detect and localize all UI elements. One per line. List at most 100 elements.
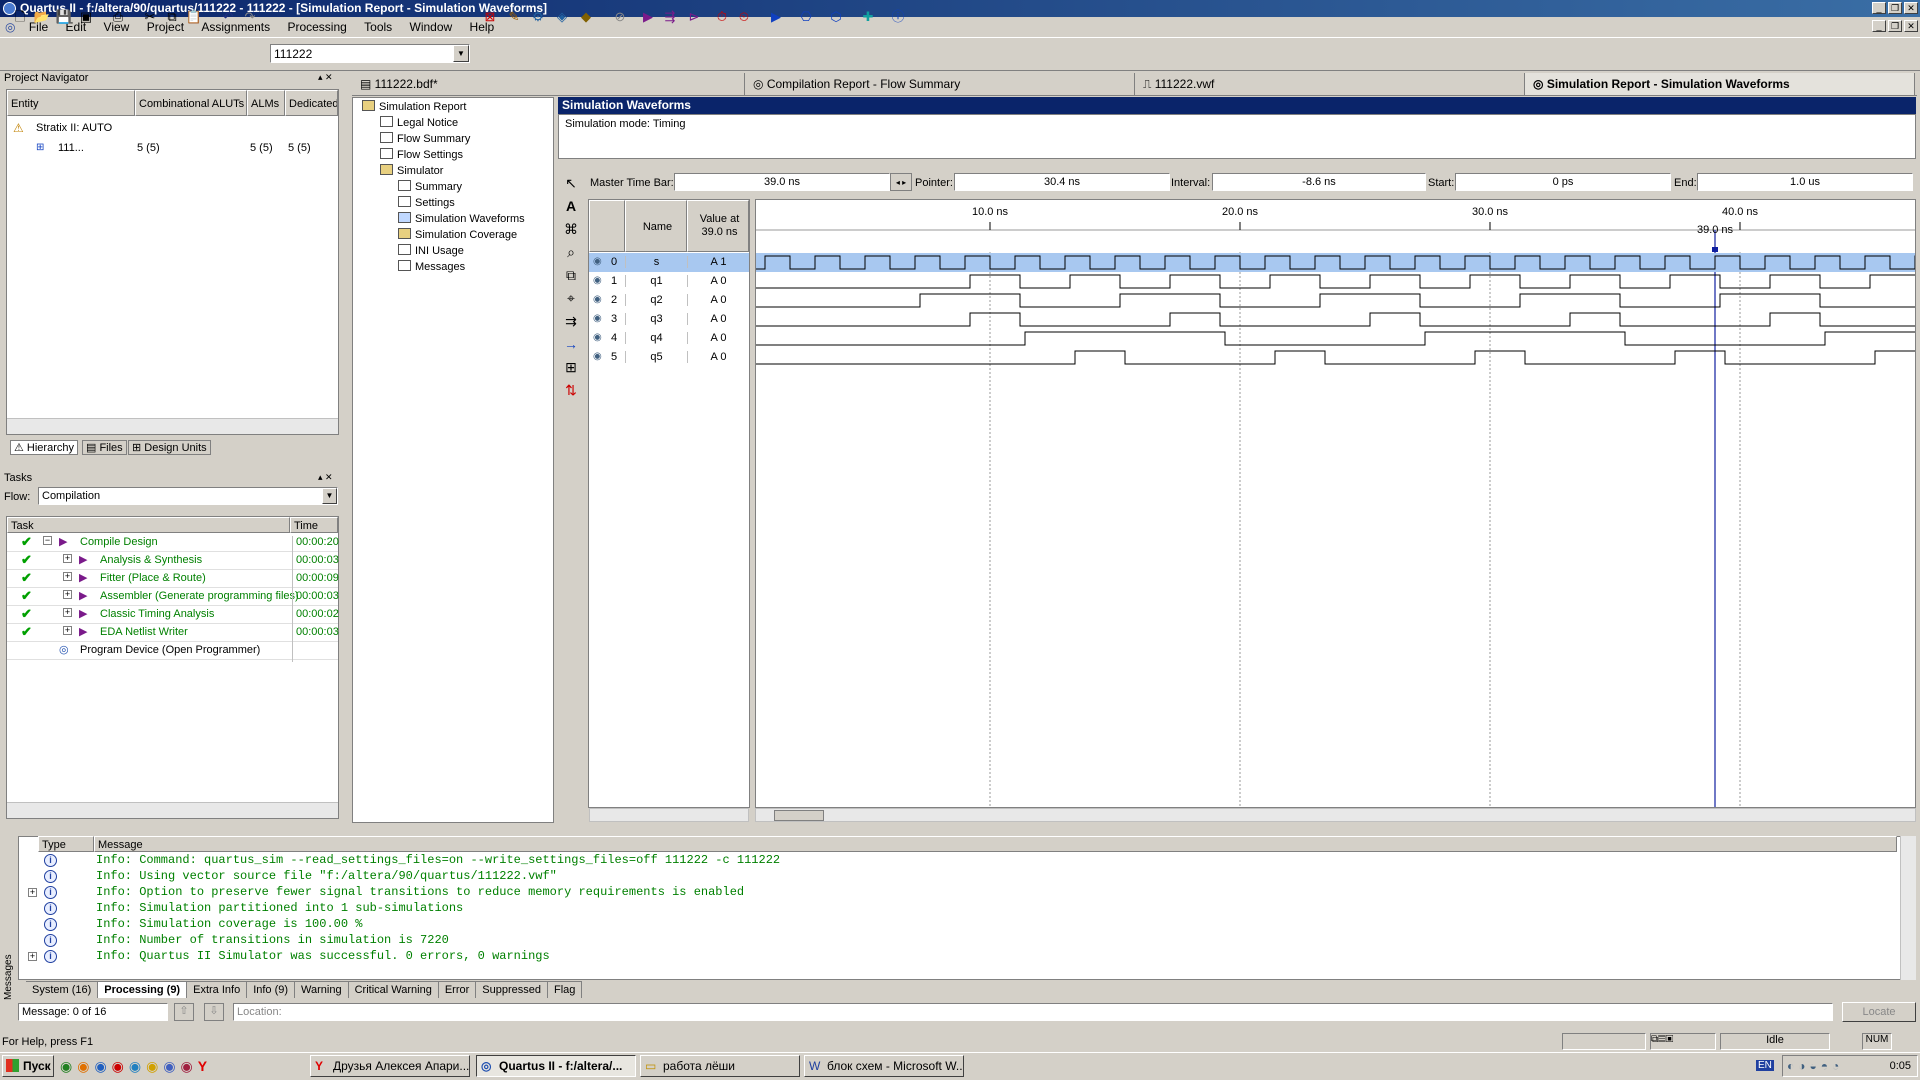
media-icon[interactable]: ◉ xyxy=(129,1058,146,1074)
report-tree-item[interactable]: INI Usage xyxy=(398,244,464,257)
master-time-field[interactable]: 39.0 ns xyxy=(674,173,890,191)
message-line[interactable]: Info: Quartus II Simulator was successfu… xyxy=(96,949,550,963)
col-time[interactable]: Time xyxy=(290,517,338,533)
assignment-editor-icon[interactable]: ⊠ xyxy=(480,7,500,27)
col-task[interactable]: Task xyxy=(7,517,290,533)
taskbar-btn-yandex[interactable]: Y Друзья Алексея Апари... xyxy=(310,1055,470,1077)
message-line[interactable]: Info: Simulation coverage is 100.00 % xyxy=(96,917,362,931)
task-row[interactable]: ✔ + ▶ Assembler (Generate programming files… xyxy=(7,588,339,608)
task-row[interactable]: ✔ − ▶ Compile Design 00:00:20 xyxy=(7,534,339,554)
project-combo[interactable]: 111222 ▼ xyxy=(270,44,470,63)
chrome-icon[interactable]: ◉ xyxy=(146,1058,163,1074)
start-field[interactable]: 0 ps xyxy=(1455,173,1671,191)
signal-row[interactable]: ◉ 5 q5 A 0 xyxy=(589,348,749,367)
nav-tab-hierarchy[interactable]: ⚠ Hierarchy xyxy=(10,440,78,455)
tray-icons[interactable]: ◐◑◒◓◔ xyxy=(1787,1059,1843,1073)
rtl-viewer-icon[interactable]: ⎔ xyxy=(796,7,816,27)
text-tool-icon[interactable]: A xyxy=(558,195,584,218)
col-alms[interactable]: ALMs xyxy=(247,90,285,116)
task-row[interactable]: ✔ + ▶ Fitter (Place & Route) 00:00:09 xyxy=(7,570,339,590)
doc-restore-button[interactable]: ❐ xyxy=(1888,20,1902,32)
signal-row[interactable]: ◉ 4 q4 A 0 xyxy=(589,329,749,348)
signal-row[interactable]: ◉ 2 q2 A 0 xyxy=(589,291,749,310)
expand-icon[interactable]: + xyxy=(63,626,72,635)
redo-icon[interactable]: ↷ xyxy=(240,7,260,27)
report-tree-item[interactable]: Summary xyxy=(398,180,462,193)
task-row[interactable]: ◎ Program Device (Open Programmer) xyxy=(7,642,338,662)
expand-icon[interactable]: + xyxy=(28,888,37,897)
msg-tab-warning[interactable]: Warning xyxy=(295,982,349,998)
waveform-scroll-thumb[interactable] xyxy=(774,810,824,821)
new-icon[interactable]: 🗋 xyxy=(10,7,30,27)
expand-icon[interactable]: + xyxy=(63,572,72,581)
expand-icon[interactable]: − xyxy=(43,536,52,545)
nav-tab-design-units[interactable]: ⊞ Design Units xyxy=(128,440,211,455)
expand-icon[interactable]: + xyxy=(63,554,72,563)
navigator-hscroll[interactable] xyxy=(7,418,338,434)
next-message-icon[interactable]: ⇩ xyxy=(204,1003,224,1021)
msg-tab-critical-warning[interactable]: Critical Warning xyxy=(349,982,439,998)
copy-tool-icon[interactable]: ⧉ xyxy=(558,264,584,287)
interval-field[interactable]: -8.6 ns xyxy=(1212,173,1426,191)
restore-button[interactable]: ❐ xyxy=(1888,2,1902,14)
end-field[interactable]: 1.0 us xyxy=(1697,173,1913,191)
report-tree-item[interactable]: Messages xyxy=(398,260,465,273)
combo-arrow-icon[interactable]: ▼ xyxy=(453,45,469,62)
message-line[interactable]: Info: Number of transitions in simulatio… xyxy=(96,933,449,947)
task-row[interactable]: ✔ + ▶ Classic Timing Analysis 00:00:02 xyxy=(7,606,339,626)
task-row[interactable]: ✔ + ▶ Analysis & Synthesis 00:00:03 xyxy=(7,552,339,572)
ie-icon[interactable]: ◉ xyxy=(94,1058,111,1074)
replace-icon[interactable]: ⇉ xyxy=(558,310,584,333)
msg-tab-info[interactable]: Info (9) xyxy=(247,982,296,998)
report-tree-item[interactable]: Simulation Coverage xyxy=(398,228,517,241)
node-finder-icon[interactable]: ⌘ xyxy=(558,218,584,241)
select-tool-icon[interactable]: ↖ xyxy=(558,172,584,195)
doc-close-button[interactable]: ✕ xyxy=(1904,20,1918,32)
msg-tab-extra-info[interactable]: Extra Info xyxy=(187,982,248,998)
col-dedicated[interactable]: Dedicated xyxy=(285,90,338,116)
sort-icon[interactable]: ⇅ xyxy=(558,379,584,402)
chip-planner-icon[interactable]: ◆ xyxy=(576,7,596,27)
waveform-plot[interactable]: 10.0 ns 20.0 ns 30.0 ns 40.0 ns 39.0 ns xyxy=(756,200,1916,808)
msg-tab-flag[interactable]: Flag xyxy=(548,982,583,998)
prev-message-icon[interactable]: ⇧ xyxy=(174,1003,194,1021)
device-label[interactable]: Stratix II: AUTO xyxy=(36,122,112,134)
settings-icon[interactable]: ⚙ xyxy=(528,7,548,27)
opera-icon[interactable]: ◉ xyxy=(112,1058,129,1074)
open-icon[interactable]: 📂 xyxy=(32,7,52,27)
col-entity[interactable]: Entity xyxy=(7,90,135,116)
report-tree-item[interactable]: Simulation Report xyxy=(362,100,466,113)
report-tree-item[interactable]: Simulator xyxy=(380,164,443,177)
start-compilation-icon[interactable]: ▶ xyxy=(638,7,658,27)
menu-window[interactable]: Window xyxy=(403,17,460,37)
report-tree-item[interactable]: Legal Notice xyxy=(380,116,458,129)
entity-name[interactable]: 111... xyxy=(58,142,84,154)
yandex-icon[interactable]: Y xyxy=(198,1058,212,1074)
browser-icon[interactable]: ◉ xyxy=(60,1058,77,1074)
report-tree-item[interactable]: Flow Summary xyxy=(380,132,470,145)
doc-tab-vwf[interactable]: ⎍ 111222.vwf xyxy=(1135,73,1525,95)
master-time-spin[interactable]: ◂ ▸ xyxy=(890,173,912,191)
signal-row[interactable]: ◉ 1 q1 A 0 xyxy=(589,272,749,291)
copy-icon[interactable]: ⧉ xyxy=(162,7,182,27)
waveform-hscroll[interactable] xyxy=(755,808,1916,822)
expand-icon[interactable]: + xyxy=(63,608,72,617)
message-line[interactable]: Info: Using vector source file "f:/alter… xyxy=(96,869,557,883)
location-field[interactable]: Location: xyxy=(233,1003,1833,1021)
task-row[interactable]: ✔ + ▶ EDA Netlist Writer 00:00:03 xyxy=(7,624,339,644)
next-transition-icon[interactable]: → xyxy=(558,333,584,356)
col-message[interactable]: Message xyxy=(94,836,1897,852)
taskbar-btn-quartus[interactable]: ◎ Quartus II - f:/altera/... xyxy=(476,1055,636,1077)
navigator-pin-icon[interactable]: ▴ ✕ xyxy=(318,72,333,83)
tasks-hscroll[interactable] xyxy=(7,802,338,818)
analysis-synthesis-icon[interactable]: ⇶ xyxy=(660,7,680,27)
taskbar-btn-folder[interactable]: ▭ работа лёши xyxy=(640,1055,800,1077)
chip-editor-icon[interactable]: ⬡ xyxy=(826,7,846,27)
pin-planner-icon[interactable]: ✎ xyxy=(504,7,524,27)
report-tree-item[interactable]: Simulation Waveforms xyxy=(398,212,525,225)
message-line[interactable]: Info: Simulation partitioned into 1 sub-… xyxy=(96,901,463,915)
app-icon-3[interactable]: ◉ xyxy=(181,1058,198,1074)
msg-tab-processing[interactable]: Processing (9) xyxy=(98,982,188,998)
msg-tab-system[interactable]: System (16) xyxy=(26,982,99,998)
print-icon[interactable]: ⎙ xyxy=(108,7,128,27)
